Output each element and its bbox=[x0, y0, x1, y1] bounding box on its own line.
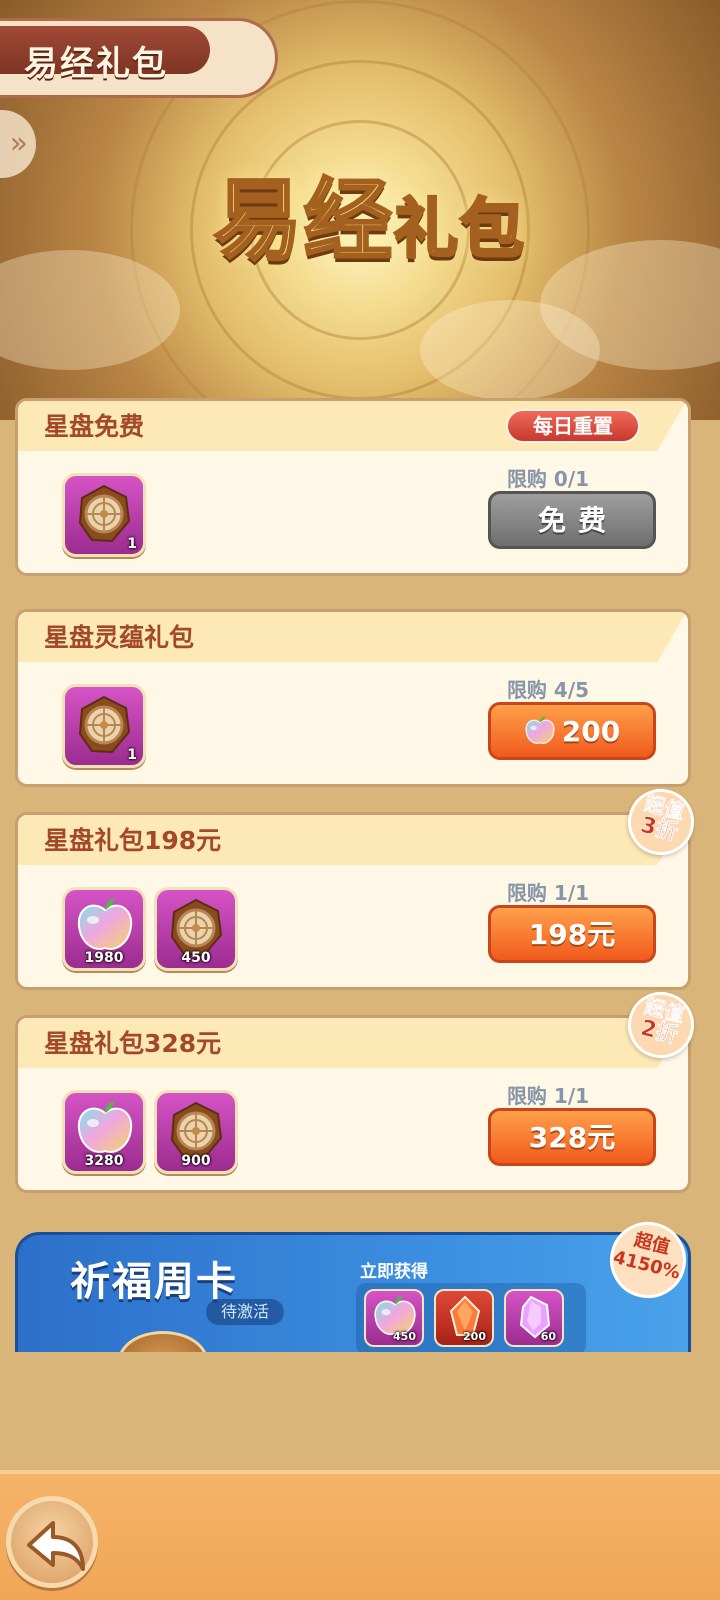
free-claim-button[interactable]: 免费 bbox=[488, 491, 656, 549]
pack-card-header: 星盘礼包328元 bbox=[18, 1018, 688, 1068]
page-title: 易经礼包 bbox=[24, 44, 168, 84]
reward-item[interactable]: 1 bbox=[62, 473, 146, 557]
purchase-limit: 限购 1/1 bbox=[506, 881, 590, 905]
buy-with-apple-button[interactable]: 200 bbox=[488, 702, 656, 760]
rainbow-apple-icon bbox=[75, 1099, 135, 1157]
price-label: 200 bbox=[561, 715, 621, 748]
rainbow-apple-icon bbox=[524, 715, 556, 746]
pack-card-header: 星盘礼包198元 bbox=[18, 815, 688, 865]
pack-title: 星盘礼包328元 bbox=[44, 1029, 222, 1058]
item-count: 450 bbox=[393, 1330, 416, 1343]
cloud-decoration bbox=[420, 300, 600, 400]
item-count: 1980 bbox=[84, 950, 124, 966]
weekly-card-title: 祈福周卡 bbox=[70, 1259, 238, 1305]
pack-title: 星盘礼包198元 bbox=[44, 826, 222, 855]
star-disc-icon bbox=[78, 696, 130, 754]
rainbow-apple-icon bbox=[75, 896, 135, 954]
banner-title: 易经礼包 bbox=[160, 150, 580, 277]
pack-card: 星盘灵蕴礼包 1 限购 4/5 200 bbox=[15, 609, 691, 787]
buy-328-button[interactable]: 328元 bbox=[488, 1108, 656, 1166]
pack-title: 星盘免费 bbox=[44, 412, 145, 441]
purchase-limit: 限购 4/5 bbox=[506, 678, 590, 702]
purchase-limit: 限购 1/1 bbox=[506, 1084, 590, 1108]
item-count: 3280 bbox=[84, 1153, 124, 1169]
reward-item[interactable]: 450 bbox=[154, 887, 238, 971]
reward-item[interactable]: 1 bbox=[62, 684, 146, 768]
purchase-limit: 限购 0/1 bbox=[506, 467, 590, 491]
daily-reset-badge: 每日重置 bbox=[506, 409, 640, 443]
back-arrow-icon bbox=[27, 1521, 85, 1571]
reward-item[interactable]: 450 bbox=[364, 1289, 424, 1347]
weekly-card[interactable]: 祈福周卡 待激活 立即获得 450 200 60 bbox=[15, 1232, 691, 1352]
bottom-bar bbox=[0, 1470, 720, 1600]
item-count: 1 bbox=[127, 747, 137, 763]
banner-title-main: 易经 bbox=[212, 168, 394, 274]
buy-198-button[interactable]: 198元 bbox=[488, 905, 656, 963]
pack-card-header: 星盘免费 每日重置 bbox=[18, 401, 688, 451]
pack-card: 星盘礼包198元 超值 3折 1980 450 限购 1/1 198元 bbox=[15, 781, 702, 990]
instant-reward-label: 立即获得 bbox=[360, 1262, 428, 1282]
header-corner bbox=[648, 401, 688, 451]
medal-icon bbox=[118, 1331, 208, 1352]
reward-item[interactable]: 200 bbox=[434, 1289, 494, 1347]
header-corner bbox=[648, 612, 688, 662]
reward-item[interactable]: 3280 bbox=[62, 1090, 146, 1174]
item-count: 60 bbox=[540, 1330, 556, 1343]
star-disc-icon bbox=[78, 485, 130, 543]
reward-item[interactable]: 1980 bbox=[62, 887, 146, 971]
pack-card: 星盘礼包328元 超值 2折 3280 900 限购 1/1 328元 bbox=[15, 984, 702, 1193]
weekly-status-badge: 待激活 bbox=[206, 1299, 284, 1325]
pack-card: 星盘免费 每日重置 1 限购 0/1 免费 bbox=[15, 398, 691, 576]
pack-title: 星盘灵蕴礼包 bbox=[44, 623, 195, 652]
item-count: 1 bbox=[127, 536, 137, 552]
pack-card-header: 星盘灵蕴礼包 bbox=[18, 612, 688, 662]
reward-item[interactable]: 900 bbox=[154, 1090, 238, 1174]
back-button[interactable] bbox=[6, 1496, 98, 1588]
star-disc-icon bbox=[170, 1102, 222, 1160]
banner-title-sub: 礼包 bbox=[393, 192, 526, 269]
item-count: 200 bbox=[463, 1330, 486, 1343]
star-disc-icon bbox=[170, 899, 222, 957]
item-count: 900 bbox=[181, 1153, 211, 1169]
reward-item[interactable]: 60 bbox=[504, 1289, 564, 1347]
item-count: 450 bbox=[181, 950, 211, 966]
